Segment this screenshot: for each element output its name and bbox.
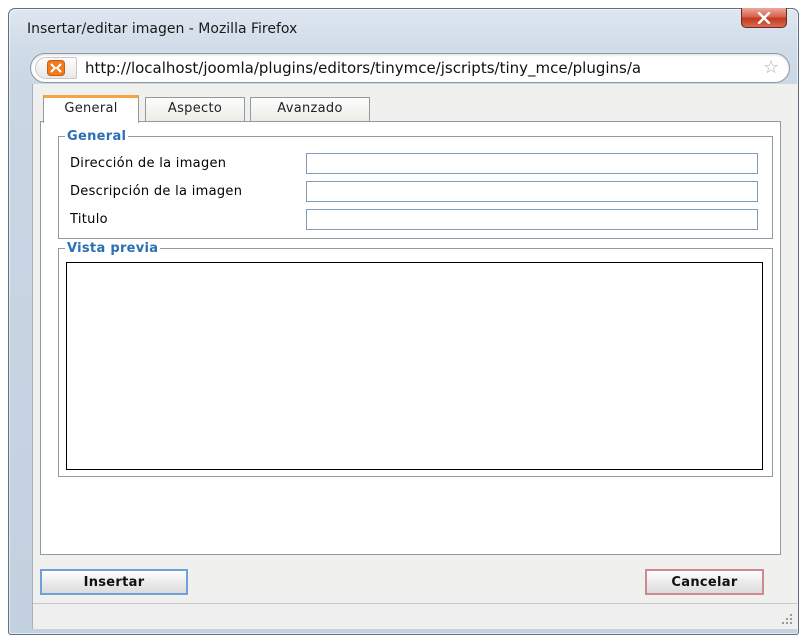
image-url-label: Dirección de la imagen — [70, 156, 227, 171]
close-icon — [757, 11, 771, 24]
window-close-button[interactable] — [741, 8, 787, 28]
window-title: Insertar/editar imagen - Mozilla Firefox — [27, 21, 298, 37]
tab-avanzado[interactable]: Avanzado — [250, 97, 370, 121]
status-bar — [33, 603, 797, 628]
preview-legend: Vista previa — [67, 241, 159, 256]
tab-general[interactable]: General — [43, 95, 139, 123]
tab-aspecto[interactable]: Aspecto — [145, 97, 245, 121]
url-text[interactable]: http://localhost/joomla/plugins/editors/… — [85, 59, 760, 77]
resize-grip-icon[interactable] — [781, 613, 793, 625]
image-description-input[interactable] — [306, 181, 758, 202]
title-input[interactable] — [306, 209, 758, 230]
xampp-site-icon — [47, 60, 65, 76]
image-url-input[interactable] — [306, 153, 758, 174]
cancel-button[interactable]: Cancelar — [645, 569, 764, 595]
image-description-label: Descripción de la imagen — [70, 184, 243, 199]
insert-button[interactable]: Insertar — [40, 569, 188, 595]
image-preview-area — [66, 262, 763, 470]
title-label: Titulo — [70, 212, 108, 227]
site-identity-button[interactable] — [35, 57, 77, 79]
star-icon[interactable]: ☆ — [763, 58, 779, 78]
address-bar[interactable]: http://localhost/joomla/plugins/editors/… — [30, 53, 790, 83]
general-legend: General — [67, 129, 127, 144]
